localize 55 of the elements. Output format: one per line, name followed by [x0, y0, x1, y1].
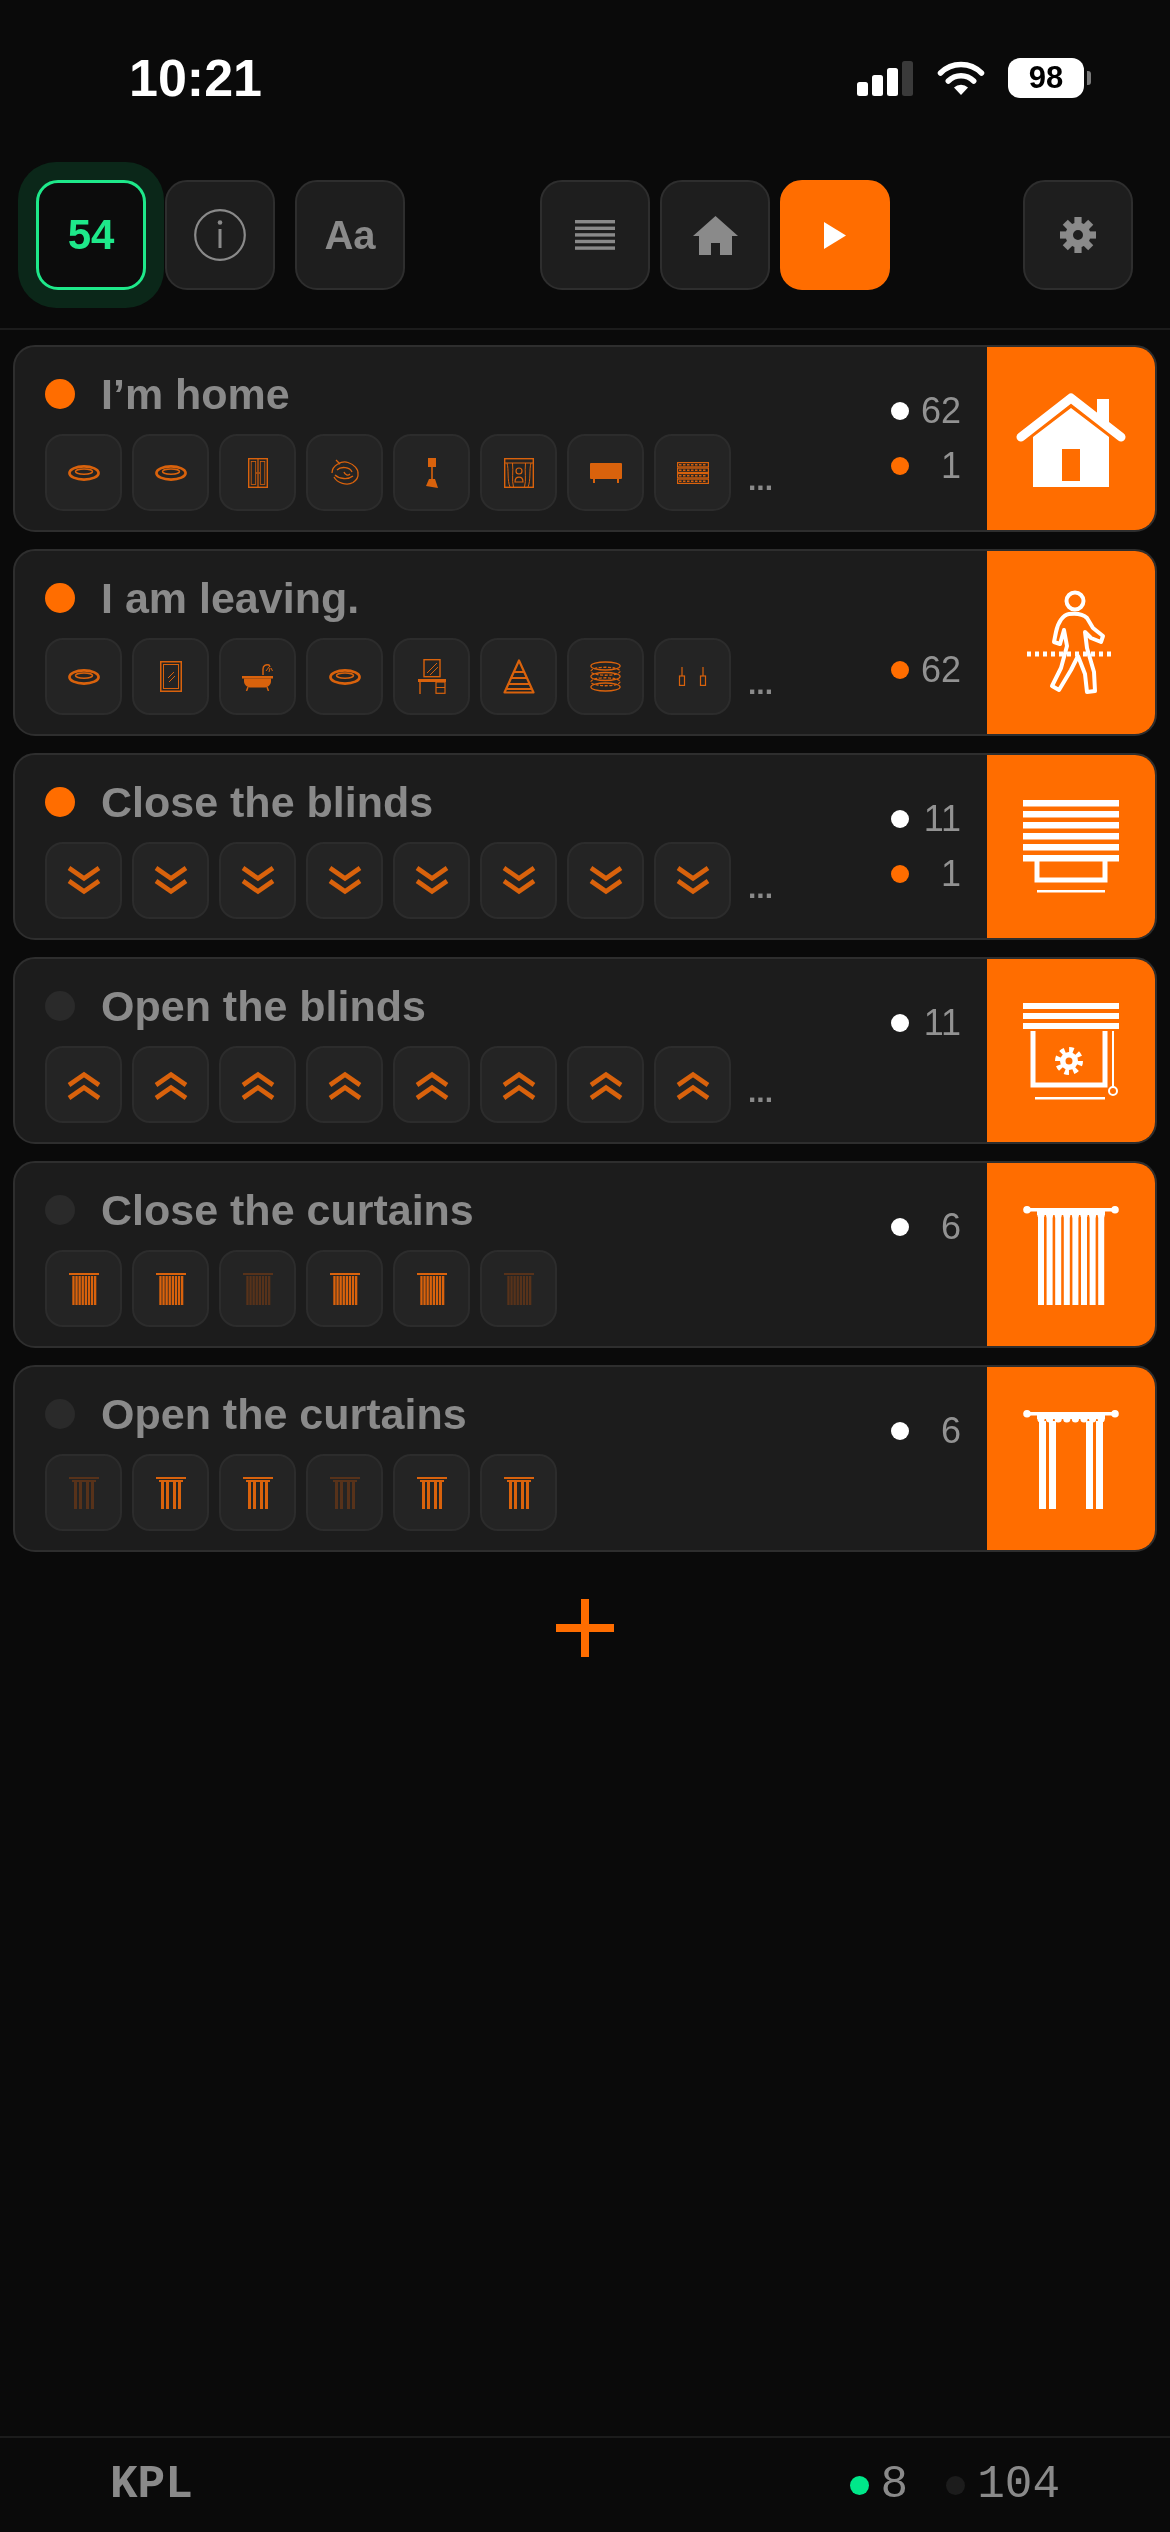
scene-run-button[interactable] — [987, 1367, 1155, 1550]
wifi-icon — [936, 60, 986, 96]
more-indicator: ... — [748, 1075, 773, 1110]
more-indicator: ... — [748, 667, 773, 702]
scene-run-button[interactable] — [987, 755, 1155, 938]
settings-icon — [1060, 217, 1096, 253]
counter-button[interactable]: 54 — [36, 180, 146, 290]
info-button[interactable] — [165, 180, 275, 290]
house-icon — [1015, 390, 1127, 487]
scene-card[interactable]: I’m home ... 62 1 — [13, 345, 1157, 532]
device-count: 11 — [922, 800, 961, 837]
add-button[interactable] — [556, 1599, 614, 1657]
device-count: 1 — [939, 855, 961, 892]
font-size-button[interactable]: Aa — [295, 180, 405, 290]
footer-count: 104 — [977, 2459, 1060, 2511]
device-count: 62 — [919, 651, 961, 688]
status-time: 10:21 — [129, 48, 262, 108]
play-icon — [824, 221, 846, 249]
scene-card[interactable]: Close the blinds ... 11 1 — [13, 753, 1157, 940]
signal-icon — [857, 60, 914, 96]
device-count: 6 — [939, 1412, 961, 1449]
scene-card[interactable]: I am leaving. ... 62 — [13, 549, 1157, 736]
footer-label: KPL — [110, 2459, 193, 2511]
scene-title: I’m home — [101, 369, 290, 419]
battery-indicator: 98 — [1008, 58, 1091, 98]
more-indicator: ... — [748, 871, 773, 906]
list-icon — [575, 220, 615, 250]
scene-card[interactable]: Open the blinds ... 11 — [13, 957, 1157, 1144]
home-tab[interactable] — [660, 180, 770, 290]
scene-title: Open the blinds — [101, 981, 426, 1031]
home-icon — [692, 215, 738, 255]
settings-button[interactable] — [1023, 180, 1133, 290]
plus-icon — [556, 1599, 614, 1657]
scene-run-button[interactable] — [987, 347, 1155, 530]
scene-run-button[interactable] — [987, 551, 1155, 734]
more-indicator: ... — [748, 463, 773, 498]
scene-card[interactable]: Close the curtains 6 — [13, 1161, 1157, 1348]
device-count: 62 — [919, 392, 961, 429]
device-count: 6 — [939, 1208, 961, 1245]
scene-title: Close the curtains — [101, 1185, 474, 1235]
curtain-open-icon — [1023, 1408, 1119, 1509]
blinds-gear-icon — [1021, 1000, 1121, 1101]
scene-title: Close the blinds — [101, 777, 434, 827]
device-count: 11 — [922, 1004, 961, 1041]
scene-title: Open the curtains — [101, 1389, 467, 1439]
scene-card[interactable]: Open the curtains 6 — [13, 1365, 1157, 1552]
footer-count: 8 — [880, 2459, 909, 2511]
play-tab[interactable] — [780, 180, 890, 290]
device-count: 1 — [939, 447, 961, 484]
info-icon — [194, 209, 246, 261]
scene-run-button[interactable] — [987, 1163, 1155, 1346]
list-view-tab[interactable] — [540, 180, 650, 290]
curtain-closed-icon — [1023, 1204, 1119, 1305]
scene-title: I am leaving. — [101, 573, 360, 623]
scene-run-button[interactable] — [987, 959, 1155, 1142]
